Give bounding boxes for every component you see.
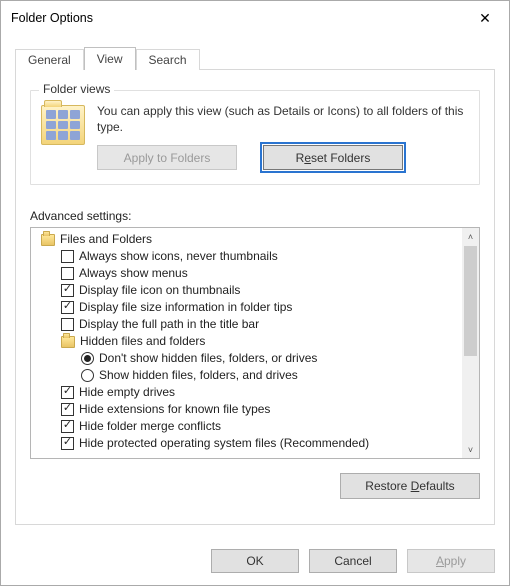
folder-views-description: You can apply this view (such as Details…: [97, 103, 469, 135]
advanced-settings-tree[interactable]: Files and Folders Always show icons, nev…: [30, 227, 480, 459]
dialog-button-row: OK Cancel Apply: [1, 539, 509, 585]
cancel-button[interactable]: Cancel: [309, 549, 397, 573]
tree-item-checkbox[interactable]: Display file size information in folder …: [35, 299, 458, 316]
checkbox-icon[interactable]: [61, 420, 74, 433]
tree-item-radio[interactable]: Show hidden files, folders, and drives: [35, 367, 458, 384]
tree-item-hidden-files-folder[interactable]: Hidden files and folders: [35, 333, 458, 350]
radio-icon[interactable]: [81, 369, 94, 382]
checkbox-icon[interactable]: [61, 250, 74, 263]
scrollbar[interactable]: ˄ ˅: [462, 228, 479, 458]
apply-to-folders-button: Apply to Folders: [97, 145, 237, 170]
tree-item-checkbox[interactable]: Hide folder merge conflicts: [35, 418, 458, 435]
tree-label: Display file icon on thumbnails: [79, 282, 240, 299]
tree-label: Hide empty drives: [79, 384, 175, 401]
tab-view[interactable]: View: [84, 47, 136, 70]
tree-label: Files and Folders: [60, 231, 152, 248]
folder-icon: [41, 234, 55, 246]
tab-page-view: Folder views You can apply this view (su…: [15, 69, 495, 525]
tab-general[interactable]: General: [15, 49, 84, 70]
tab-search[interactable]: Search: [136, 49, 200, 70]
close-icon: ✕: [479, 10, 491, 27]
tree-label: Always show menus: [79, 265, 188, 282]
checkbox-icon[interactable]: [61, 386, 74, 399]
tree-label: Don't show hidden files, folders, or dri…: [99, 350, 317, 367]
folder-views-group-title: Folder views: [39, 82, 114, 96]
tree-label: Hidden files and folders: [80, 333, 205, 350]
close-button[interactable]: ✕: [464, 4, 506, 32]
scroll-down-icon[interactable]: ˅: [462, 441, 479, 458]
checkbox-icon[interactable]: [61, 403, 74, 416]
tree-item-checkbox[interactable]: Display the full path in the title bar: [35, 316, 458, 333]
restore-defaults-button[interactable]: Restore Defaults: [340, 473, 480, 499]
checkbox-icon[interactable]: [61, 301, 74, 314]
advanced-settings-label: Advanced settings:: [30, 209, 480, 223]
titlebar: Folder Options ✕: [1, 1, 509, 35]
folder-icon: [61, 336, 75, 348]
tree-item-checkbox[interactable]: Display file icon on thumbnails: [35, 282, 458, 299]
tree-content: Files and Folders Always show icons, nev…: [31, 228, 462, 458]
checkbox-icon[interactable]: [61, 437, 74, 450]
tree-label: Hide protected operating system files (R…: [79, 435, 369, 452]
checkbox-icon[interactable]: [61, 318, 74, 331]
tree-item-checkbox[interactable]: Always show icons, never thumbnails: [35, 248, 458, 265]
tree-label: Hide extensions for known file types: [79, 401, 270, 418]
reset-folders-button[interactable]: Reset Folders: [263, 145, 403, 170]
dialog-body: General View Search Folder views You can…: [1, 35, 509, 539]
tree-label: Display the full path in the title bar: [79, 316, 259, 333]
tree-item-checkbox[interactable]: Hide extensions for known file types: [35, 401, 458, 418]
tree-root-files-and-folders[interactable]: Files and Folders: [35, 231, 458, 248]
tree-label: Always show icons, never thumbnails: [79, 248, 278, 265]
tab-row: General View Search: [15, 45, 495, 69]
scroll-thumb[interactable]: [464, 246, 477, 356]
apply-button: Apply: [407, 549, 495, 573]
tree-label: Show hidden files, folders, and drives: [99, 367, 298, 384]
checkbox-icon[interactable]: [61, 267, 74, 280]
tree-label: Hide folder merge conflicts: [79, 418, 221, 435]
folder-options-window: Folder Options ✕ General View Search Fol…: [0, 0, 510, 586]
tree-label: Display file size information in folder …: [79, 299, 292, 316]
folder-views-icon: [41, 105, 85, 145]
radio-icon[interactable]: [81, 352, 94, 365]
tree-item-checkbox[interactable]: Hide empty drives: [35, 384, 458, 401]
tree-item-checkbox[interactable]: Always show menus: [35, 265, 458, 282]
folder-views-group: Folder views You can apply this view (su…: [30, 90, 480, 185]
checkbox-icon[interactable]: [61, 284, 74, 297]
tree-item-radio[interactable]: Don't show hidden files, folders, or dri…: [35, 350, 458, 367]
ok-button[interactable]: OK: [211, 549, 299, 573]
scroll-up-icon[interactable]: ˄: [462, 228, 479, 245]
window-title: Folder Options: [11, 11, 93, 25]
tree-item-checkbox[interactable]: Hide protected operating system files (R…: [35, 435, 458, 452]
